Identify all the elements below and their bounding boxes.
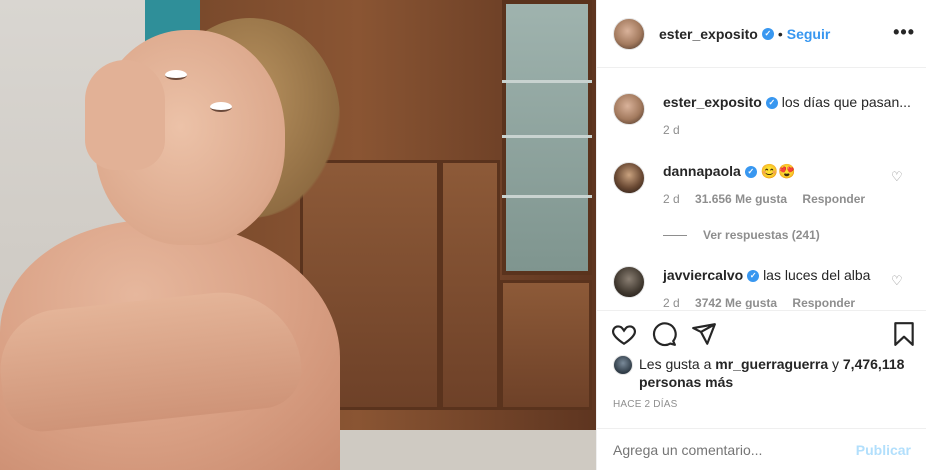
author-username[interactable]: ester_exposito (659, 26, 758, 42)
caption-text: los días que pasan... (781, 94, 911, 110)
add-comment-bar: Publicar (597, 428, 926, 470)
photo-eye (210, 102, 232, 112)
verified-icon: ✓ (747, 270, 760, 283)
separator-dot: • (777, 25, 783, 42)
bookmark-icon[interactable] (891, 321, 917, 347)
reply-button[interactable]: Responder (792, 296, 855, 309)
photo-carpet (330, 430, 596, 470)
post-sidebar: ester_exposito ✓ • Seguir ••• ester_expo… (596, 0, 926, 470)
likes-summary: Les gusta a mr_guerraguerra y 7,476,118 … (613, 355, 913, 391)
caption: ester_exposito ✓ los días que pasan... 2 … (613, 93, 911, 139)
post-timestamp[interactable]: HACE 2 DÍAS (613, 399, 677, 410)
more-options-icon[interactable]: ••• (893, 22, 915, 43)
post-photo[interactable] (0, 0, 596, 470)
comment-item: javviercalvo ✓ las luces del alba 2 d 374… (613, 266, 870, 309)
likes-row: Les gusta a mr_guerraguerra y 7,476,118 … (613, 355, 913, 391)
verified-icon: ✓ (765, 97, 778, 110)
comment-item: dannapaola ✓ 😊😍 2 d 31.656 Me gusta Respo… (613, 162, 877, 208)
replies-divider (663, 234, 687, 236)
comments-list[interactable]: ester_exposito ✓ los días que pasan... 2 … (597, 69, 926, 309)
comment-time[interactable]: 2 d (663, 192, 680, 206)
comment-avatar[interactable] (613, 162, 645, 194)
publish-button[interactable]: Publicar (856, 442, 911, 458)
comment-meta: 2 d 31.656 Me gusta Responder (663, 190, 877, 208)
like-heart-icon[interactable] (611, 321, 637, 347)
liker-avatar[interactable] (613, 355, 633, 375)
comment-input[interactable] (613, 441, 856, 458)
photo-shelf (502, 195, 592, 198)
photo-shelf (502, 80, 592, 83)
comment-like-heart-icon[interactable]: ♡ (891, 169, 905, 184)
caption-meta: 2 d (663, 121, 911, 139)
comment-body: javviercalvo ✓ las luces del alba 2 d 374… (663, 266, 870, 309)
comment-username[interactable]: javviercalvo (663, 267, 743, 283)
likes-prefix: Les gusta a (639, 356, 712, 372)
follow-button[interactable]: Seguir (787, 26, 831, 42)
comment-username[interactable]: dannapaola (663, 163, 741, 179)
comment-body: dannapaola ✓ 😊😍 2 d 31.656 Me gusta Respo… (663, 162, 877, 208)
comment-meta: 2 d 3742 Me gusta Responder (663, 294, 870, 309)
photo-cabinet-door (440, 160, 500, 410)
comment-likes[interactable]: 31.656 Me gusta (695, 192, 787, 206)
post-header: ester_exposito ✓ • Seguir ••• (597, 0, 926, 68)
photo-hand (85, 60, 165, 170)
caption-time[interactable]: 2 d (663, 123, 680, 137)
photo-shelf (502, 135, 592, 138)
photo-eye (165, 70, 187, 80)
caption-body: ester_exposito ✓ los días que pasan... 2 … (663, 93, 911, 139)
likes-and: y (832, 356, 839, 372)
comment-time[interactable]: 2 d (663, 296, 680, 309)
comment-text: 😊😍 (760, 163, 796, 179)
comment-text: las luces del alba (763, 267, 871, 283)
post-view: ester_exposito ✓ • Seguir ••• ester_expo… (0, 0, 926, 470)
photo-cabinet-door (500, 280, 592, 410)
reply-button[interactable]: Responder (802, 192, 865, 206)
comment-like-heart-icon[interactable]: ♡ (891, 273, 905, 288)
action-bar (597, 310, 926, 358)
liker-username[interactable]: mr_guerraguerra (715, 356, 828, 372)
verified-icon: ✓ (761, 27, 774, 40)
verified-icon: ✓ (744, 166, 757, 179)
comment-likes[interactable]: 3742 Me gusta (695, 296, 777, 309)
comment-bubble-icon[interactable] (651, 321, 677, 347)
author-info: ester_exposito ✓ • Seguir (659, 26, 830, 42)
author-avatar[interactable] (613, 17, 645, 50)
comment-avatar[interactable] (613, 266, 645, 298)
caption-username[interactable]: ester_exposito (663, 94, 762, 110)
view-replies[interactable]: Ver respuestas (241) (663, 228, 820, 242)
view-replies-label: Ver respuestas (241) (703, 228, 820, 242)
share-send-icon[interactable] (691, 321, 717, 347)
caption-avatar[interactable] (613, 93, 645, 125)
likes-text: Les gusta a mr_guerraguerra y 7,476,118 … (639, 355, 913, 391)
